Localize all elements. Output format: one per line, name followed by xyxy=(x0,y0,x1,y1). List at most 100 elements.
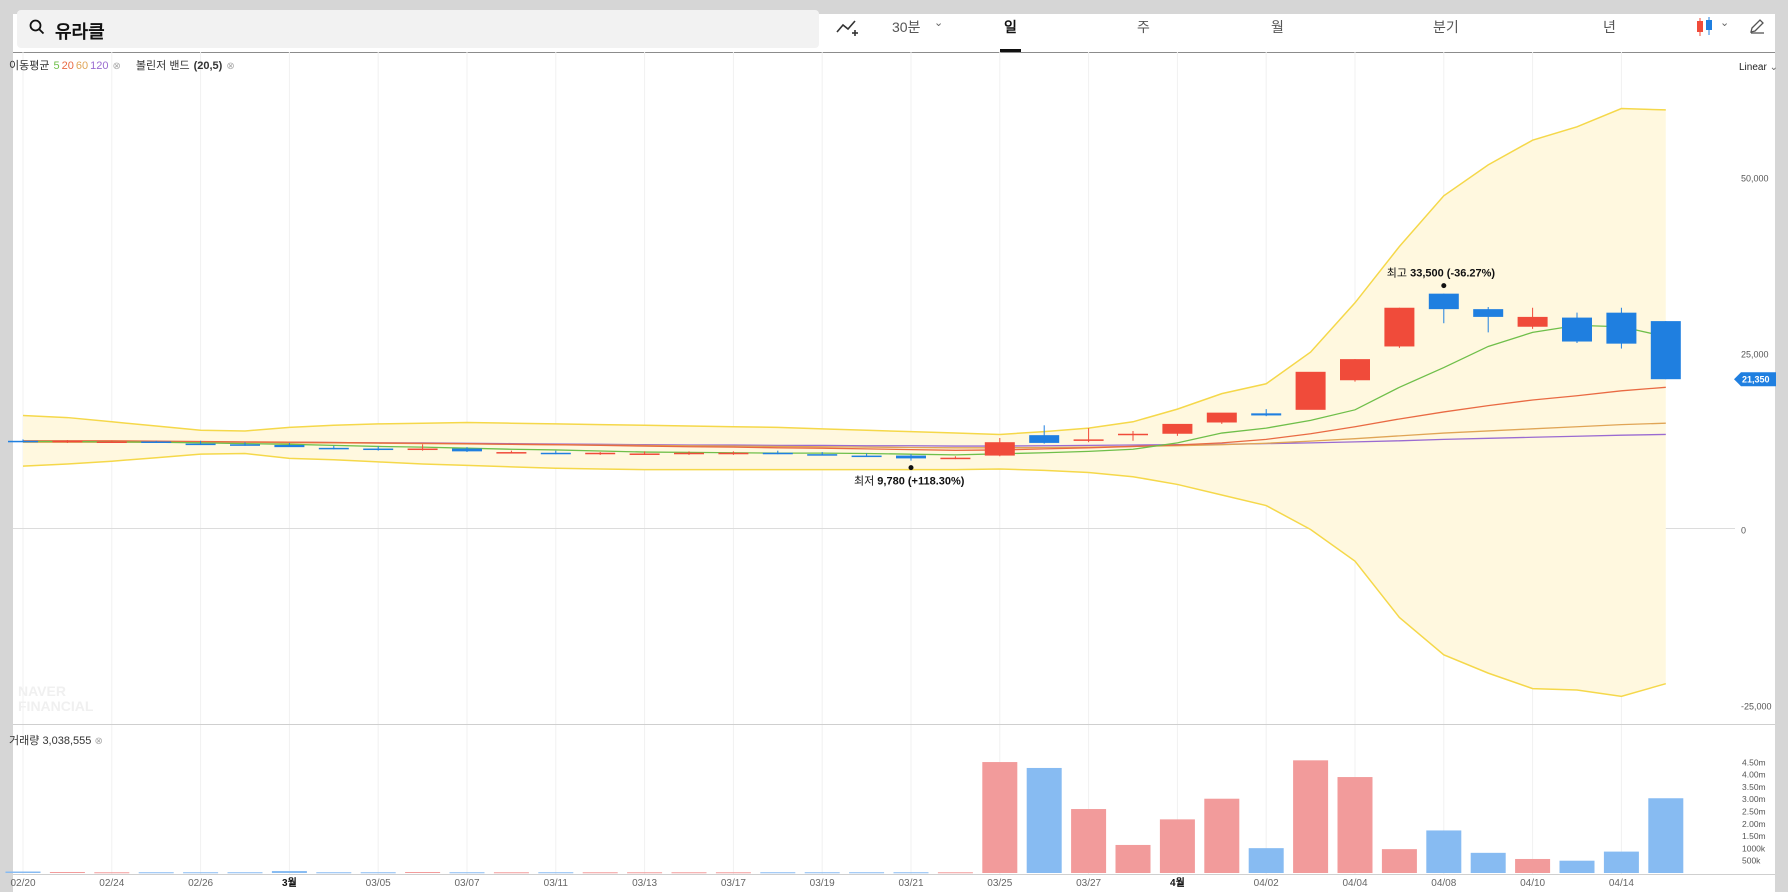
volume-bar xyxy=(1293,760,1329,873)
candle-body xyxy=(1118,433,1148,436)
x-tick-label: 02/20 xyxy=(10,878,35,889)
volume-bar xyxy=(849,872,885,874)
volume-tick-label: 3.00m xyxy=(1742,794,1766,804)
candle-body xyxy=(1428,293,1459,310)
volume-tick-label: 4.50m xyxy=(1742,757,1766,767)
candle-body xyxy=(940,457,971,460)
candle-body xyxy=(851,455,882,458)
indicator-legend: 이동평균 5 20 60 120 ⊗ 볼린저 밴드 (20,5) ⊗ xyxy=(9,57,239,73)
remove-ma-icon[interactable]: ⊗ xyxy=(112,61,120,72)
ma60-label: 60 xyxy=(75,60,89,72)
candle-body xyxy=(96,441,127,443)
volume-bar xyxy=(715,872,751,874)
candle-body xyxy=(1162,423,1193,434)
candle-body xyxy=(807,454,838,456)
x-tick-label: 04/14 xyxy=(1609,878,1634,889)
x-tick-label: 03/19 xyxy=(810,878,835,889)
bollinger-params: (20,5) xyxy=(193,60,223,72)
high-annotation: 최고 33,500 (-36.27%) xyxy=(1387,267,1496,280)
candle-body xyxy=(718,452,749,455)
watermark-text: FINANCIAL xyxy=(18,698,94,714)
volume-bar xyxy=(582,872,618,874)
x-tick-label: 03/17 xyxy=(721,878,746,889)
volume-tick-label: 3.50m xyxy=(1742,782,1766,792)
candle-body xyxy=(1606,312,1637,344)
candle-body xyxy=(407,448,438,451)
x-tick-label: 03/27 xyxy=(1076,878,1101,889)
y-tick-label: 50,000 xyxy=(1741,174,1769,184)
volume-bar xyxy=(1426,830,1462,873)
volume-value: 3,038,555 xyxy=(42,735,92,747)
candle-body xyxy=(185,443,216,446)
volume-bar xyxy=(538,872,574,874)
volume-bar xyxy=(1515,858,1551,873)
volume-bar xyxy=(627,872,663,874)
volume-tick-label: 2.00m xyxy=(1742,819,1766,829)
candle-body xyxy=(1295,371,1326,410)
volume-bar xyxy=(271,871,307,873)
low-annotation: 최저 9,780 (+118.30%) xyxy=(854,475,965,488)
ma20-label: 20 xyxy=(61,60,74,72)
x-tick-label: 03/05 xyxy=(366,878,391,889)
candle-body xyxy=(1473,309,1504,317)
volume-bar xyxy=(360,872,396,874)
volume-bar xyxy=(937,872,973,874)
volume-tick-label: 2.50m xyxy=(1742,807,1766,817)
x-tick-label: 03/25 xyxy=(987,878,1012,889)
x-tick-label: 03/07 xyxy=(454,878,479,889)
x-tick-label: 03/21 xyxy=(898,878,923,889)
volume-bar xyxy=(1470,852,1506,873)
remove-volume-icon[interactable]: ⊗ xyxy=(94,736,102,747)
candle-body xyxy=(230,444,260,446)
volume-bar xyxy=(138,872,174,874)
x-tick-label: 04/04 xyxy=(1342,878,1367,889)
candle-body xyxy=(1562,317,1592,342)
volume-tick-label: 4.00m xyxy=(1742,770,1766,780)
volume-bar xyxy=(449,872,485,874)
candle-body xyxy=(1251,413,1282,416)
volume-bar xyxy=(1204,798,1240,873)
volume-bar xyxy=(893,872,929,874)
candle-body xyxy=(8,440,38,443)
candle-body xyxy=(762,452,793,455)
x-tick-label: 04/10 xyxy=(1520,878,1545,889)
volume-bar xyxy=(1248,848,1284,873)
x-tick-label: 04/02 xyxy=(1254,878,1279,889)
bollinger-band-fill xyxy=(23,108,1666,697)
candle-body xyxy=(363,448,394,451)
candle-body xyxy=(674,452,704,455)
x-tick-label: 02/26 xyxy=(188,878,213,889)
scale-mode-label[interactable]: Linear xyxy=(1739,62,1767,73)
candle-body xyxy=(452,448,482,452)
remove-bollinger-icon[interactable]: ⊗ xyxy=(226,61,234,72)
volume-bar xyxy=(49,872,85,874)
x-tick-label: 03/13 xyxy=(632,878,657,889)
candle-body xyxy=(1206,412,1237,423)
volume-bar xyxy=(493,872,529,874)
volume-bar xyxy=(1603,851,1639,873)
volume-bar xyxy=(804,872,840,874)
candle-body xyxy=(274,445,305,448)
x-tick-label: 03/11 xyxy=(544,878,569,889)
ma5-label: 5 xyxy=(53,60,60,72)
x-tick-label: 04/08 xyxy=(1431,878,1456,889)
chart-svg[interactable]: 최고 33,500 (-36.27%)최저 9,780 (+118.30%)50… xyxy=(0,0,1788,892)
volume-bar xyxy=(1159,819,1195,873)
volume-bar xyxy=(1559,860,1595,873)
volume-tick-label: 500k xyxy=(1742,856,1761,866)
high-marker xyxy=(1441,283,1447,289)
y-tick-label: 0 xyxy=(1741,526,1746,536)
volume-bar xyxy=(94,872,130,874)
candle-body xyxy=(1029,435,1060,443)
x-tick-label: 02/24 xyxy=(99,878,124,889)
candle-body xyxy=(1650,321,1681,380)
candle-body xyxy=(141,441,172,443)
volume-bar xyxy=(227,872,263,874)
volume-bar xyxy=(982,762,1018,873)
scale-mode-toggle[interactable]: Linear ⌄ xyxy=(1739,62,1778,73)
ma120-label: 120 xyxy=(90,60,109,72)
volume-bar xyxy=(1026,767,1062,873)
volume-bar xyxy=(1115,844,1151,873)
low-marker xyxy=(908,465,914,471)
volume-bar xyxy=(1337,777,1373,873)
